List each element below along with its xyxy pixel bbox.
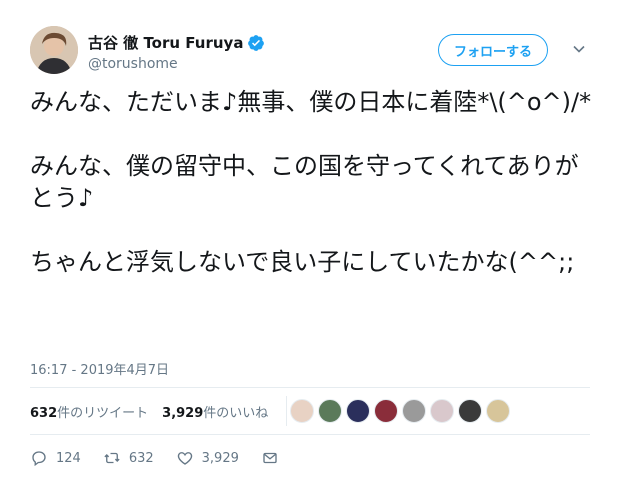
action-bar: 124 632 3,929 — [30, 449, 301, 467]
stats-separator — [286, 396, 287, 426]
author-handle[interactable]: @torushome — [88, 56, 178, 72]
follow-button[interactable]: フォローする — [438, 34, 548, 66]
liker-avatar-5[interactable] — [402, 399, 426, 423]
retweets-stat-count: 632 — [30, 406, 58, 421]
like-button[interactable]: 3,929 — [176, 449, 239, 467]
likes-stat-count: 3,929 — [162, 406, 204, 421]
retweet-icon — [104, 452, 120, 464]
chevron-down-icon[interactable] — [572, 42, 586, 56]
envelope-icon — [263, 452, 277, 464]
reply-count: 124 — [56, 450, 81, 466]
likes-stat[interactable]: 3,929件のいいね — [162, 402, 268, 421]
liker-avatar-8[interactable] — [486, 399, 510, 423]
author-name-row: 古谷 徹 Toru Furuya — [88, 32, 265, 53]
engagement-stats: 632件のリツイート 3,929件のいいね — [30, 402, 268, 421]
liker-avatar-7[interactable] — [458, 399, 482, 423]
direct-message-button[interactable] — [261, 449, 279, 467]
likes-stat-label: 件のいいね — [203, 406, 269, 421]
retweets-stat-label: 件のリツイート — [57, 406, 149, 421]
like-count: 3,929 — [201, 450, 239, 466]
liker-avatar-1[interactable] — [290, 399, 314, 423]
retweets-stat[interactable]: 632件のリツイート — [30, 402, 148, 421]
verified-badge-icon — [248, 34, 265, 51]
liker-avatar-6[interactable] — [430, 399, 454, 423]
divider-top — [30, 387, 590, 388]
liker-avatar-3[interactable] — [346, 399, 370, 423]
liker-avatars — [290, 399, 510, 423]
liker-avatar-2[interactable] — [318, 399, 342, 423]
liker-avatar-4[interactable] — [374, 399, 398, 423]
author-avatar[interactable] — [30, 26, 78, 74]
tweet-timestamp[interactable]: 16:17 - 2019年4月7日 — [30, 359, 169, 378]
tweet-text: みんな、ただいま♪無事、僕の日本に着陸*\(^o^)/* みんな、僕の留守中、こ… — [30, 88, 592, 276]
reply-icon — [32, 451, 46, 467]
divider-bottom — [30, 434, 590, 435]
author-display-name[interactable]: 古谷 徹 Toru Furuya — [88, 32, 243, 53]
reply-button[interactable]: 124 — [30, 449, 81, 467]
retweet-count: 632 — [128, 450, 154, 466]
heart-icon — [177, 452, 192, 465]
retweet-button[interactable]: 632 — [103, 449, 154, 467]
